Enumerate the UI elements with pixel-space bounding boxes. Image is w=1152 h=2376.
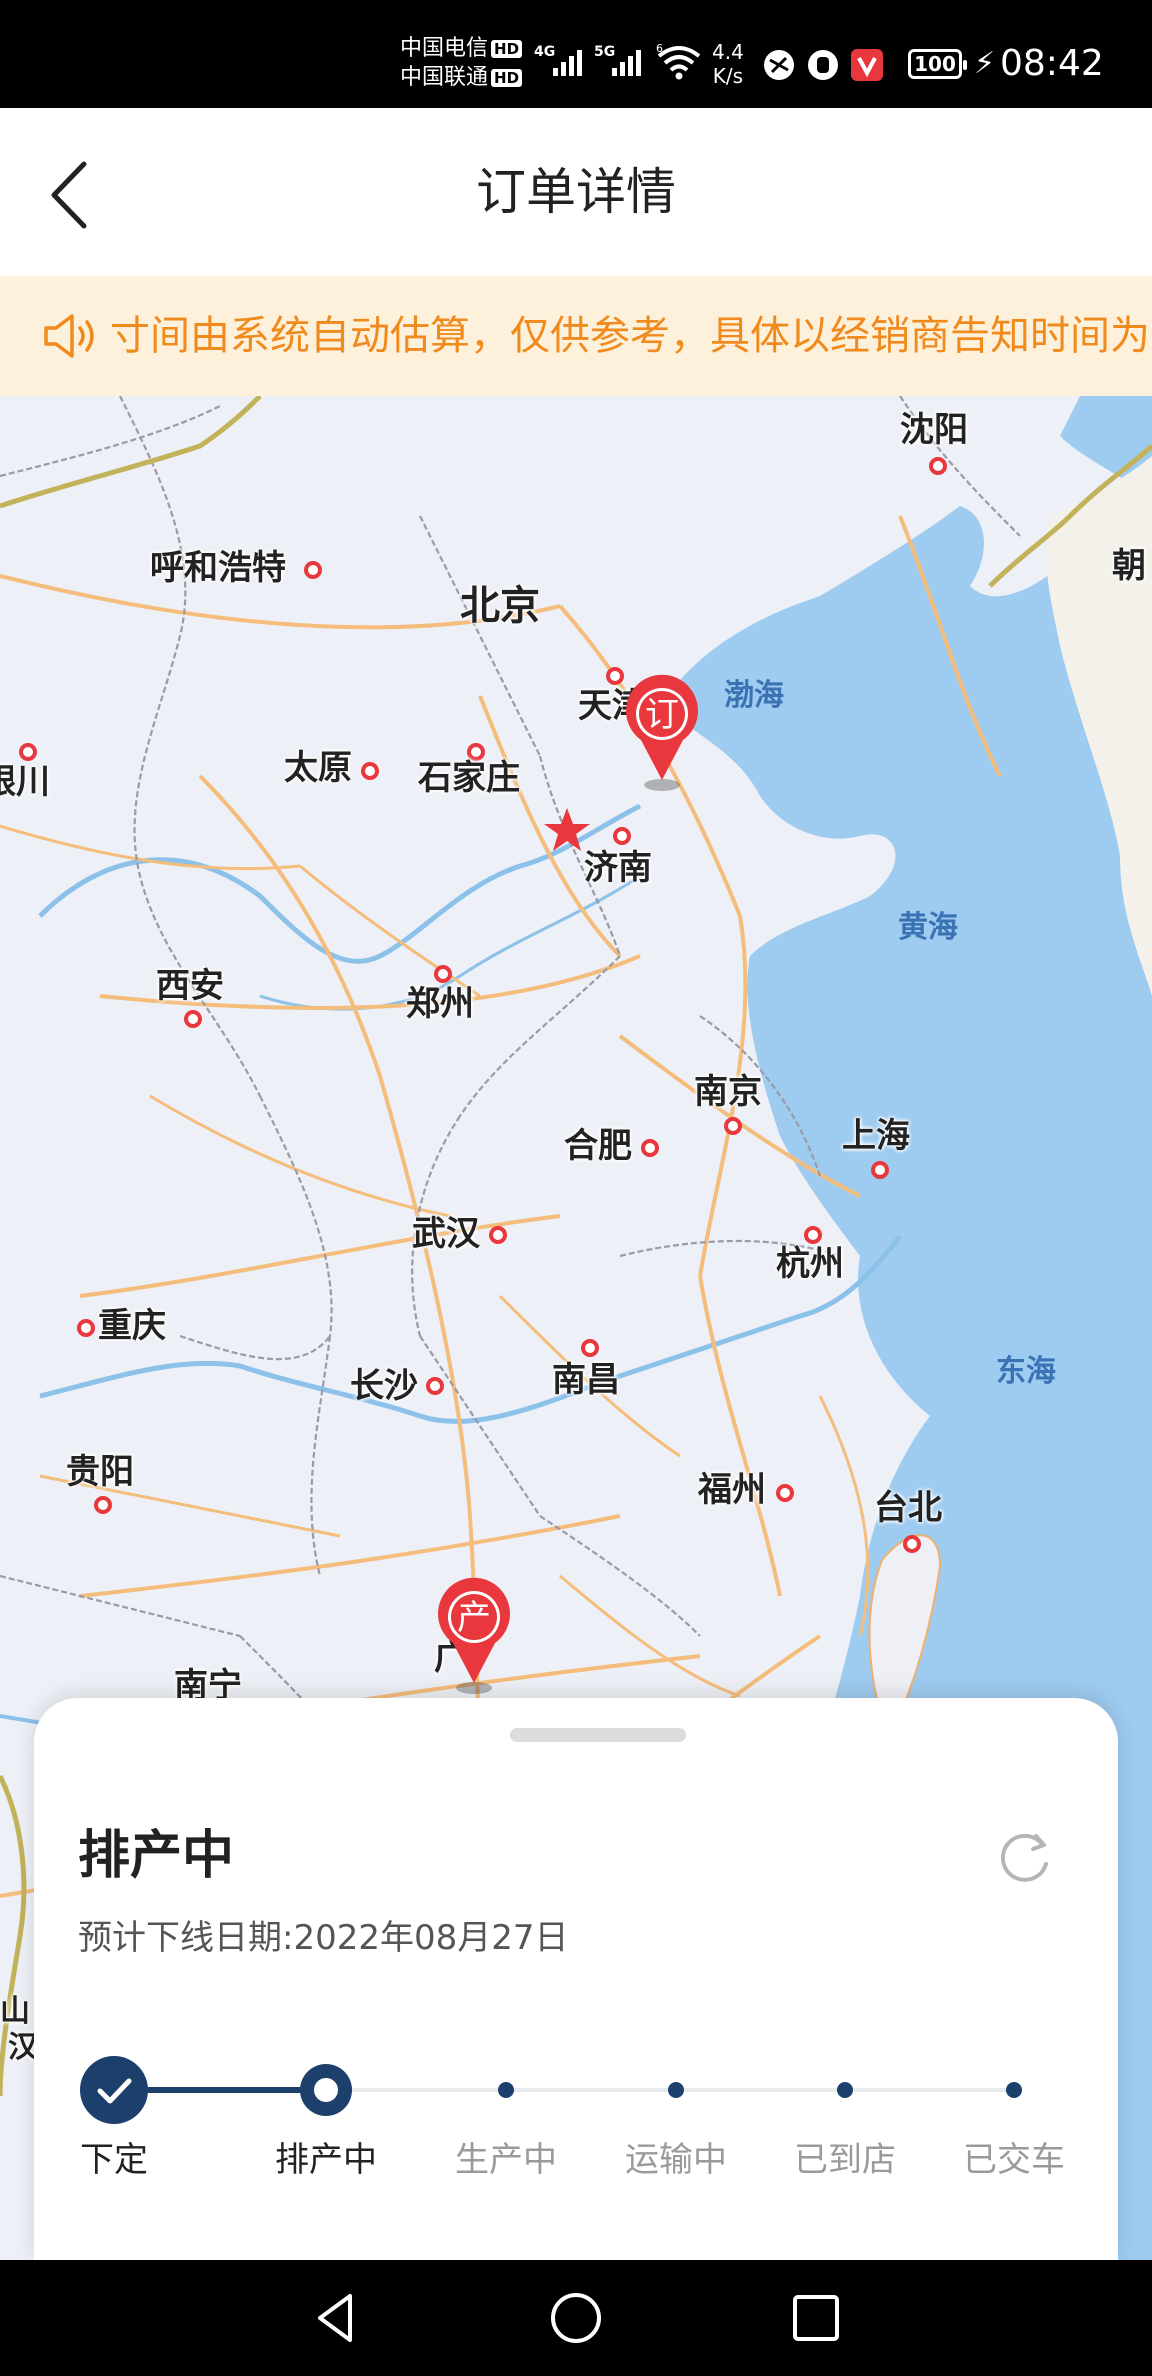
charging-icon: ⚡ <box>974 46 996 81</box>
signal-icon <box>612 44 641 76</box>
sea-label: 东海 <box>996 1354 1056 1389</box>
city-label: 重庆 <box>98 1306 166 1346</box>
city-label-capital: 北京 <box>460 583 540 629</box>
hd-badge: HD <box>491 40 523 58</box>
factory-location-marker[interactable]: 产 <box>435 1577 513 1687</box>
carrier-2: 中国联通 <box>400 65 489 90</box>
status-bar: 中国电信 HD 中国联通 HD 4G 5G 6 4.4 K/s 100 ⚡ 08:4… <box>0 0 1152 108</box>
system-navigation-bar <box>0 2260 1152 2376</box>
city-label: 银川 <box>0 762 50 802</box>
step-pending-dot-icon <box>837 2082 853 2098</box>
carrier-1: 中国电信 <box>400 36 489 61</box>
city-label: 上海 <box>842 1116 910 1156</box>
city-label: 沈阳 <box>900 410 968 450</box>
city-label: 石家庄 <box>418 758 520 798</box>
city-label: 福州 <box>698 1470 766 1510</box>
carrier-info: 中国电信 HD 中国联通 HD <box>400 34 523 92</box>
nav-home-icon[interactable] <box>546 2288 606 2348</box>
wifi-generation: 6 <box>656 44 663 55</box>
refresh-icon[interactable] <box>996 1828 1056 1888</box>
step-current-icon <box>300 2064 352 2116</box>
battery-icon: 100 <box>908 49 967 79</box>
city-label: 郑州 <box>406 984 474 1024</box>
svg-text:订: 订 <box>645 695 679 735</box>
network-speed: 4.4 K/s <box>712 40 744 88</box>
hd-badge: HD <box>491 69 523 87</box>
step-pending-dot-icon <box>1006 2082 1022 2098</box>
country-label: 朝 <box>1112 546 1146 586</box>
city-label: 呼和浩特 <box>150 548 286 588</box>
step-label-shipping: 运输中 <box>625 2140 727 2180</box>
speed-value: 4.4 <box>712 40 744 64</box>
page-title: 订单详情 <box>476 163 676 221</box>
city-label: 杭州 <box>776 1244 844 1284</box>
app-header: 订单详情 <box>0 108 1152 276</box>
step-label-arrived: 已到店 <box>794 2140 896 2180</box>
svg-text:产: 产 <box>457 1598 491 1638</box>
signal-icon <box>553 44 582 76</box>
city-label: 太原 <box>284 748 352 788</box>
nav-recent-apps-icon[interactable] <box>786 2288 846 2348</box>
city-label: 南京 <box>694 1072 762 1112</box>
step-label-producing: 生产中 <box>455 2140 557 2180</box>
speaker-icon <box>44 314 94 358</box>
city-label: 武汉 <box>412 1214 480 1254</box>
sea-label: 黄海 <box>898 910 958 945</box>
estimated-date: 预计下线日期:2022年08月27日 <box>78 1918 569 1958</box>
city-label: 西安 <box>156 966 224 1006</box>
order-location-marker[interactable]: 订 <box>623 674 701 784</box>
city-label: 济南 <box>584 848 652 888</box>
step-pending-dot-icon <box>668 2082 684 2098</box>
step-label-scheduling: 排产中 <box>275 2140 377 2180</box>
notice-text: 寸间由系统自动估算，仅供参考，具体以经销商告知时间为准 <box>110 313 1152 359</box>
order-status-sheet: 排产中 预计下线日期:2022年08月27日 下定 排产中 生产中 运输中 已到… <box>34 1698 1118 2260</box>
city-label: 长沙 <box>350 1366 418 1406</box>
app-notification-icon <box>764 50 794 80</box>
v-app-icon <box>851 49 883 81</box>
city-label: 合肥 <box>564 1126 632 1166</box>
city-label: 南昌 <box>552 1360 620 1400</box>
clock: 08:42 <box>1000 43 1104 84</box>
wifi-icon: 6 <box>656 44 701 80</box>
status-title: 排产中 <box>78 1826 235 1886</box>
nav-back-icon[interactable] <box>306 2288 366 2348</box>
city-label: 台北 <box>874 1488 942 1528</box>
hand-icon <box>808 50 838 80</box>
step-pending-dot-icon <box>498 2082 514 2098</box>
speed-unit: K/s <box>712 64 744 88</box>
step-label-delivered: 已交车 <box>963 2140 1065 2180</box>
city-label: 山 <box>0 1994 30 2029</box>
sea-label: 渤海 <box>724 678 784 713</box>
city-label: 贵阳 <box>66 1452 134 1492</box>
notice-banner: 寸间由系统自动估算，仅供参考，具体以经销商告知时间为准 <box>0 276 1152 396</box>
step-done-check-icon <box>80 2056 148 2124</box>
step-label-ordered: 下定 <box>80 2140 148 2180</box>
drag-handle[interactable] <box>510 1728 686 1742</box>
